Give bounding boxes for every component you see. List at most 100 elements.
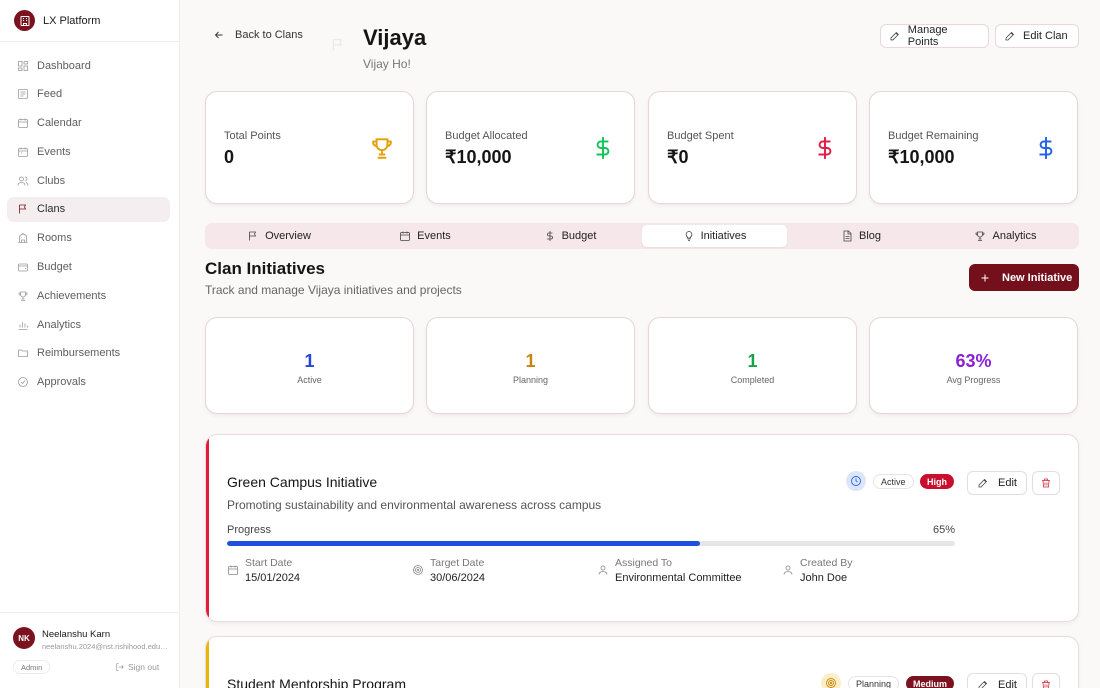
dollar-icon [812,135,838,166]
trash-icon [1042,478,1050,488]
sidebar-item-label: Achievements [37,289,107,302]
calendar-icon [400,231,411,241]
calendar-icon [228,565,238,575]
sidebar-item-clubs[interactable]: Clubs [7,168,170,193]
calendar-icon [17,117,29,129]
arrow-left-icon [214,31,223,39]
meta-label: Assigned To [615,557,673,569]
meta-value: John Doe [800,572,848,584]
tab-label: Events [417,230,451,242]
wallet-icon [17,261,29,273]
trophy-icon [369,135,395,166]
sidebar-item-events[interactable]: Events [7,139,170,164]
summary-label: Planning [512,375,549,385]
sidebar-item-dashboard[interactable]: Dashboard [7,53,170,78]
edit-icon [1005,31,1015,41]
tab-events[interactable]: Events [353,225,497,247]
meta-value: 15/01/2024 [245,572,301,584]
tab-initiatives[interactable]: Initiatives [642,225,787,247]
card-accent-bar [206,637,209,688]
tab-label: Blog [858,230,882,242]
status-badge: Active [873,474,914,489]
sidebar-item-budget[interactable]: Budget [7,255,170,280]
tab-label: Budget [561,230,597,242]
sidebar-item-achievements[interactable]: Achievements [7,283,170,308]
status-badge: Planning [848,676,900,688]
role-badge: Admin [13,660,51,674]
sidebar-item-clans[interactable]: Clans [7,196,170,222]
folder-icon [17,347,29,359]
tab-label: Analytics [992,230,1037,242]
app-title: LX Platform [43,14,101,27]
summary-value: 63% [955,351,992,371]
edit-initiative-button[interactable]: Edit [967,471,1027,495]
sidebar-item-feed[interactable]: Feed [7,82,170,107]
feed-icon [17,88,29,100]
meta-label: Target Date [430,557,485,569]
summary-label: Avg Progress [946,375,1001,385]
trophy-icon [17,290,29,302]
sidebar-item-approvals[interactable]: Approvals [7,370,170,395]
edit-icon [978,680,988,688]
sidebar-item-label: Clans [37,203,66,216]
edit-label: Edit [998,679,1017,688]
sign-out-button[interactable]: Sign out [115,662,159,672]
sign-out-label: Sign out [128,662,160,672]
meta-target-date: Target Date 30/06/2024 [412,557,485,584]
initiative-title: Green Campus Initiative [227,474,378,490]
clock-icon [846,471,866,491]
back-to-clans-button[interactable]: Back to Clans [213,29,303,41]
delete-initiative-button[interactable] [1032,471,1060,495]
sidebar-item-label: Feed [37,88,63,101]
initiative-card: Student Mentorship Program Planning Medi… [205,636,1079,688]
new-initiative-button[interactable]: New Initiative [969,264,1079,291]
edit-clan-button[interactable]: Edit Clan [995,24,1079,48]
stat-card-budget-remaining: Budget Remaining ₹10,000 [869,91,1078,204]
user-icon [783,565,793,575]
sidebar-item-calendar[interactable]: Calendar [7,111,170,136]
summary-value: 1 [304,351,315,371]
tab-blog[interactable]: Blog [789,225,933,247]
sidebar: LX Platform Dashboard Feed Calendar Even… [0,0,180,688]
meta-value: Environmental Committee [615,572,742,584]
sidebar-item-analytics[interactable]: Analytics [7,312,170,337]
meta-label: Start Date [245,557,293,569]
edit-icon [890,32,899,41]
building-icon [17,232,29,244]
summary-card-completed: 1 Completed [648,317,857,414]
stat-card-total-points: Total Points 0 [205,91,414,204]
new-initiative-label: New Initiative [1002,271,1073,284]
document-icon [843,230,852,242]
stat-label: Budget Spent [667,130,734,142]
meta-assigned-to: Assigned To Environmental Committee [597,557,742,584]
edit-icon [978,478,988,488]
user-name: Neelanshu Karn [42,629,111,640]
sidebar-item-reimbursements[interactable]: Reimbursements [7,341,170,366]
stat-value: ₹10,000 [888,147,955,167]
clan-motto: Vijay Ho! [363,57,411,71]
bar-chart-icon [17,319,29,331]
users-icon [17,175,29,187]
section-title: Clan Initiatives [205,259,325,278]
tab-overview[interactable]: Overview [207,225,351,247]
manage-points-button[interactable]: Manage Points [880,24,989,48]
tab-budget[interactable]: Budget [498,225,642,247]
stat-label: Budget Allocated [445,130,528,142]
summary-value: 1 [747,351,758,371]
edit-initiative-button[interactable]: Edit [967,673,1027,688]
initiative-card: Green Campus Initiative Promoting sustai… [205,434,1079,622]
section-subtitle: Track and manage Vijaya initiatives and … [205,283,462,297]
target-icon [413,565,423,575]
avatar[interactable]: NK [13,627,35,649]
tab-analytics[interactable]: Analytics [934,225,1077,247]
clan-tabs: Overview Events Budget Initiatives Blog … [205,223,1079,249]
sidebar-item-label: Calendar [37,117,82,130]
target-icon [821,673,841,688]
brand[interactable]: LX Platform [0,0,179,42]
delete-initiative-button[interactable] [1032,673,1060,688]
stat-value: ₹10,000 [445,147,512,167]
initiative-description: Promoting sustainability and environment… [227,498,602,512]
progress-bar [227,541,955,546]
sidebar-item-rooms[interactable]: Rooms [7,226,170,251]
back-label: Back to Clans [235,29,303,41]
